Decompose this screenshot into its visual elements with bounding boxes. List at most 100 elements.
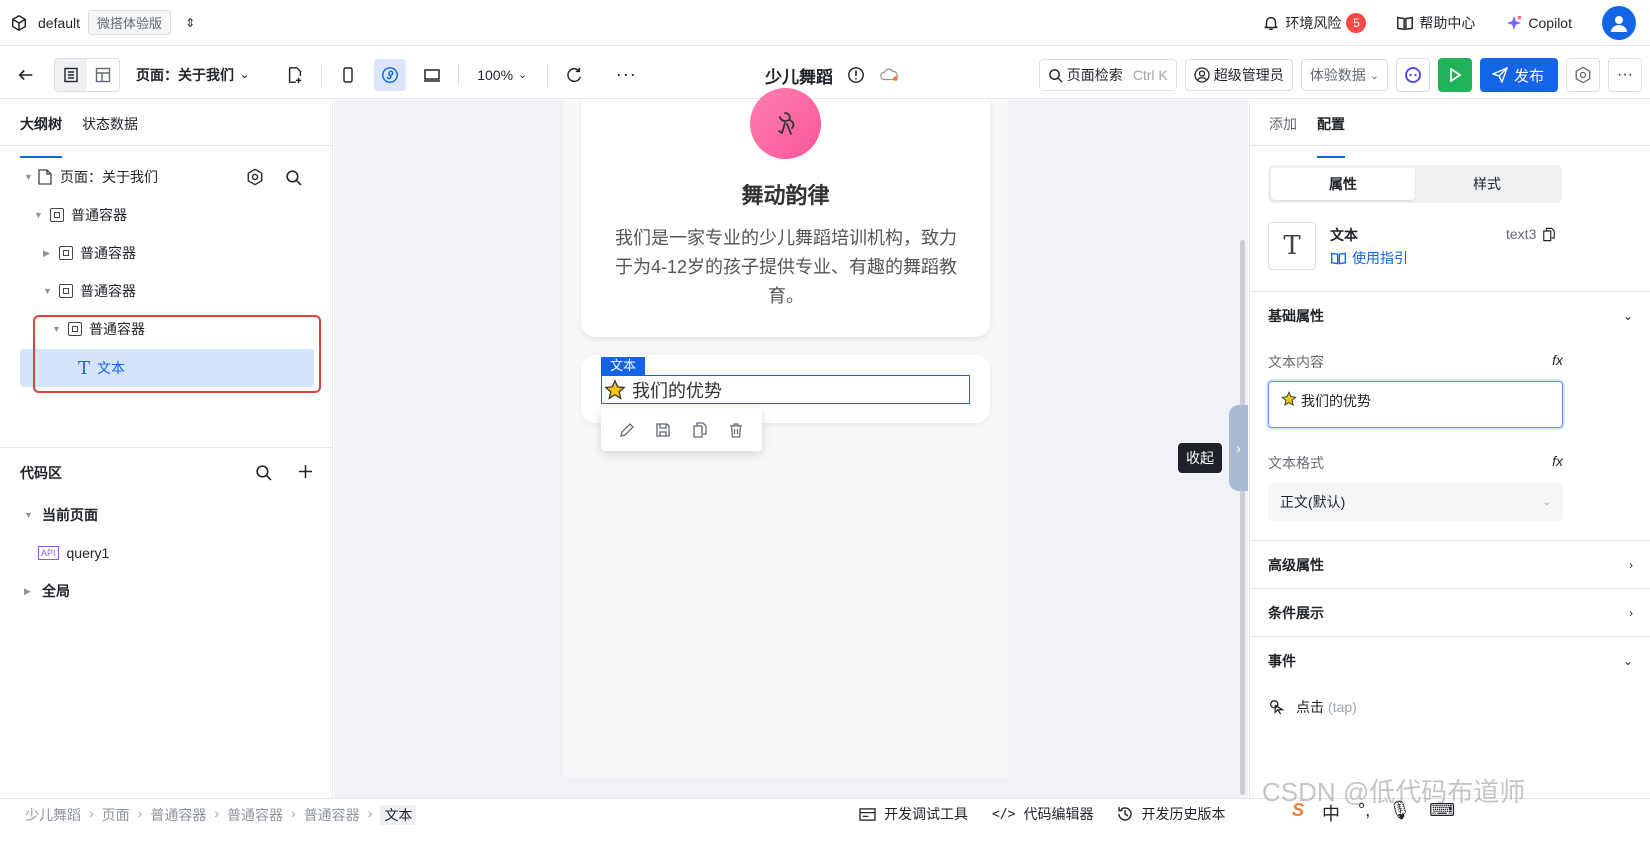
- code-tree-current-page[interactable]: ▼ 当前页面: [24, 496, 98, 534]
- more-icon[interactable]: ···: [610, 59, 642, 91]
- tab-add[interactable]: 添加: [1269, 114, 1297, 145]
- tab-outline[interactable]: 大纲树: [20, 114, 62, 158]
- canvas-scrollbar[interactable]: [1240, 240, 1245, 795]
- tree-item-page[interactable]: ▼ 页面：关于我们: [24, 158, 314, 196]
- tab-state-data[interactable]: 状态数据: [82, 114, 138, 145]
- page-search-label: 页面检索: [1066, 67, 1123, 83]
- tree-item-container[interactable]: ▼ 普通容器: [34, 196, 127, 234]
- page-select[interactable]: 页面：关于我们 ⌄: [136, 65, 249, 85]
- help-center-button[interactable]: 帮助中心: [1396, 13, 1475, 33]
- collapse-panel-handle[interactable]: ›: [1229, 405, 1248, 491]
- copilot-button[interactable]: Copilot: [1505, 14, 1572, 32]
- property-style-switch: 属性 样式: [1268, 165, 1562, 203]
- info-icon[interactable]: [847, 66, 865, 84]
- fx-icon[interactable]: fx: [1552, 352, 1563, 368]
- search-icon[interactable]: [285, 169, 302, 186]
- tab-config[interactable]: 配置: [1317, 114, 1345, 158]
- data-source-select[interactable]: 体验数据 ⌄: [1300, 59, 1388, 91]
- env-switcher[interactable]: default 微搭体验版 ⇕: [0, 10, 195, 35]
- caret-down-icon[interactable]: ▼: [24, 172, 36, 182]
- data-source-label: 体验数据: [1309, 67, 1366, 83]
- code-brackets-icon: </>: [992, 806, 1016, 822]
- devtools-label: 开发调试工具: [884, 806, 968, 822]
- devtools-button[interactable]: 开发调试工具: [859, 804, 968, 824]
- component-quick-actions: [601, 408, 762, 451]
- container-icon: [59, 246, 73, 260]
- code-editor-button[interactable]: </> 代码编辑器: [992, 804, 1093, 824]
- layout-icon[interactable]: [87, 59, 119, 91]
- section-events[interactable]: 事件 ⌄: [1250, 636, 1650, 684]
- trash-icon[interactable]: [728, 422, 744, 438]
- keyboard-icon[interactable]: ⌨: [1429, 800, 1455, 826]
- caret-down-icon[interactable]: ▼: [24, 510, 36, 520]
- refresh-icon[interactable]: [558, 59, 590, 91]
- play-icon: [1450, 68, 1462, 82]
- tree-item-container[interactable]: ▶ 普通容器: [43, 234, 136, 272]
- sogou-icon[interactable]: S: [1292, 800, 1304, 826]
- edit-icon[interactable]: [619, 422, 635, 438]
- breadcrumb-item[interactable]: 页面: [102, 805, 130, 825]
- breadcrumb-item[interactable]: 少儿舞蹈: [25, 805, 81, 825]
- miniprogram-view-icon[interactable]: [374, 58, 407, 91]
- cloud-icon[interactable]: [879, 67, 899, 83]
- run-button[interactable]: [1437, 58, 1472, 92]
- caret-down-icon[interactable]: ▼: [34, 210, 46, 220]
- selected-text-component[interactable]: 我们的优势: [601, 375, 970, 404]
- fx-icon[interactable]: fx: [1552, 453, 1563, 469]
- section-title: 条件展示: [1268, 604, 1324, 621]
- save-icon[interactable]: [655, 422, 671, 438]
- punctuation-icon[interactable]: °,: [1358, 800, 1370, 826]
- zoom-select[interactable]: 100% ⌄: [477, 67, 527, 83]
- view-toggle: [54, 57, 120, 92]
- code-tree-global[interactable]: ▶ 全局: [24, 572, 70, 610]
- brand-description: 我们是一家专业的少儿舞蹈培训机构，致力于为4-12岁的孩子提供专业、有趣的舞蹈教…: [614, 228, 958, 306]
- more-menu-button[interactable]: ···: [1608, 58, 1642, 92]
- chevron-updown-icon[interactable]: ⇕: [185, 16, 195, 30]
- mobile-view-icon[interactable]: [332, 59, 364, 91]
- copy-icon[interactable]: [1542, 227, 1556, 242]
- settings-button[interactable]: [1566, 58, 1600, 92]
- caret-right-icon[interactable]: ▶: [43, 248, 55, 259]
- breadcrumb-item-current[interactable]: 文本: [380, 805, 417, 825]
- segment-styles[interactable]: 样式: [1415, 168, 1559, 200]
- copilot-icon: [1507, 15, 1522, 31]
- event-item-tap[interactable]: 点击 (tap): [1268, 697, 1357, 717]
- add-page-icon[interactable]: [279, 59, 311, 91]
- breadcrumb-item[interactable]: 普通容器: [150, 805, 206, 825]
- section-conditional-display[interactable]: 条件展示 ›: [1250, 588, 1650, 636]
- back-arrow-icon[interactable]: [10, 59, 42, 91]
- breadcrumb-item[interactable]: 普通容器: [227, 805, 283, 825]
- search-icon[interactable]: [255, 464, 272, 481]
- ime-language[interactable]: 中: [1322, 800, 1340, 826]
- gear-icon[interactable]: [246, 168, 264, 186]
- page-search-button[interactable]: 页面检索 Ctrl K: [1038, 59, 1177, 91]
- caret-right-icon[interactable]: ▶: [24, 586, 36, 597]
- usage-guide-link[interactable]: 使用指引: [1330, 248, 1408, 268]
- segment-properties[interactable]: 属性: [1271, 168, 1415, 200]
- text-format-select[interactable]: 正文(默认) ⌄: [1268, 483, 1563, 521]
- caret-down-icon[interactable]: ▼: [43, 286, 55, 296]
- env-risk-button[interactable]: 环境风险 5: [1262, 13, 1367, 33]
- section-advanced-properties[interactable]: 高级属性 ›: [1250, 540, 1650, 588]
- desktop-view-icon[interactable]: [416, 59, 448, 91]
- copy-icon[interactable]: [692, 421, 708, 438]
- chevron-right-icon: ›: [1236, 440, 1241, 456]
- publish-button[interactable]: 发布: [1479, 58, 1558, 92]
- admin-role-button[interactable]: 超级管理员: [1184, 59, 1293, 91]
- microphone-icon[interactable]: 🎙: [1388, 800, 1411, 826]
- status-tools: 开发调试工具 </> 代码编辑器 开发历史版本: [859, 804, 1225, 824]
- breadcrumb-item[interactable]: 普通容器: [304, 805, 360, 825]
- text-format-value: 正文(默认): [1280, 494, 1346, 510]
- star-icon: [1281, 391, 1297, 406]
- code-tree-query[interactable]: API query1: [38, 534, 109, 572]
- history-label: 开发历史版本: [1141, 806, 1226, 822]
- user-avatar[interactable]: [1602, 6, 1636, 40]
- text-content-input[interactable]: 我们的优势: [1268, 381, 1563, 428]
- tree-item-container[interactable]: ▼ 普通容器: [43, 272, 136, 310]
- section-basic-properties[interactable]: 基础属性 ⌄: [1250, 291, 1650, 339]
- dance-logo[interactable]: [750, 88, 821, 159]
- page-list-icon[interactable]: [55, 58, 87, 91]
- copilot-chat-button[interactable]: [1395, 58, 1430, 92]
- history-versions-button[interactable]: 开发历史版本: [1117, 804, 1225, 824]
- plus-icon[interactable]: [298, 464, 313, 479]
